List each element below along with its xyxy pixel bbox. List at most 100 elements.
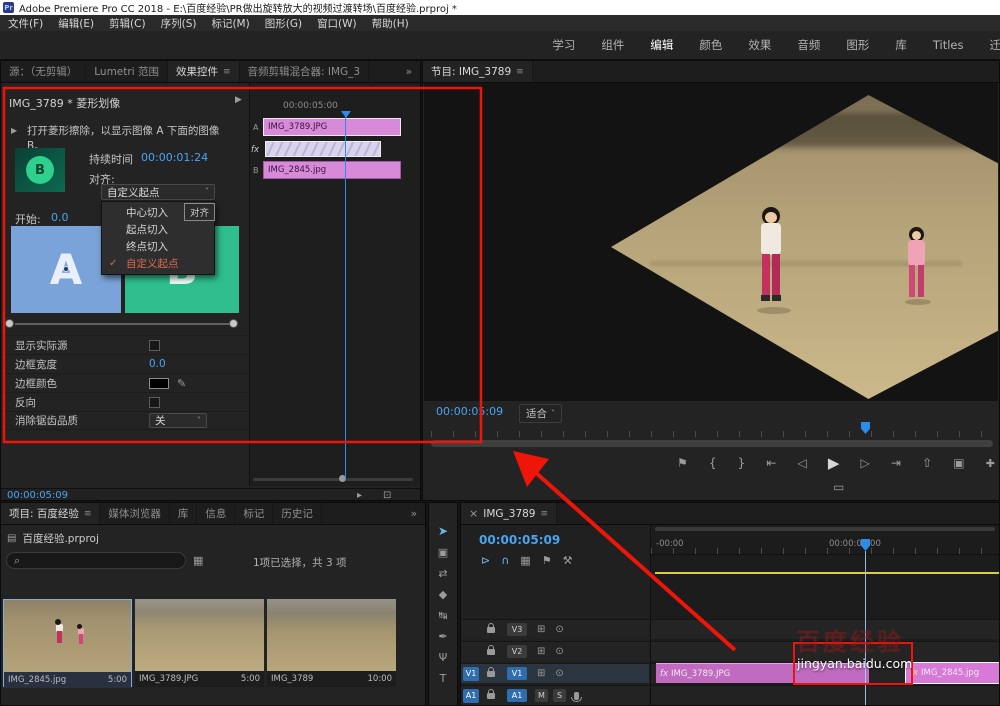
fx-playhead-line[interactable]	[345, 116, 346, 480]
project-item-1[interactable]: IMG_2845.jpg 5:00	[3, 599, 132, 687]
menu-item-custom-start[interactable]: ✓自定义起点	[102, 255, 214, 272]
workspace-audio[interactable]: 音频	[784, 37, 833, 53]
slip-tool[interactable]: ↹	[438, 610, 447, 621]
mark-out-icon[interactable]: }	[738, 457, 746, 469]
type-tool[interactable]: T	[440, 673, 447, 684]
track-v3-badge[interactable]: V3	[507, 623, 527, 636]
workspace-color[interactable]: 颜色	[686, 37, 735, 53]
timeline-top-scrollbar[interactable]	[655, 527, 995, 531]
lane-scrollbar[interactable]	[253, 478, 413, 481]
tab-history[interactable]: 历史记	[273, 503, 322, 524]
track-a1-lane[interactable]	[651, 685, 999, 705]
sync-lock-icon[interactable]: ⊞	[537, 669, 545, 679]
lock-icon[interactable]	[487, 627, 495, 633]
tab-project[interactable]: 项目: 百度经验≡	[1, 503, 100, 524]
workspace-titles[interactable]: Titles	[920, 38, 977, 52]
go-to-out-icon[interactable]: ⇥	[891, 457, 901, 469]
slider-start-handle[interactable]	[5, 319, 14, 328]
close-icon[interactable]: ×	[469, 508, 478, 519]
tab-effect-controls[interactable]: 效果控件≡	[168, 61, 240, 82]
source-patch-a1[interactable]: A1	[463, 689, 479, 703]
panel-menu-icon[interactable]: ≡	[84, 509, 92, 519]
ripple-edit-tool[interactable]: ⇄	[438, 568, 447, 579]
workspace-libraries[interactable]: 库	[882, 37, 920, 53]
timeline-timecode[interactable]: 00:00:05:09	[479, 533, 560, 547]
play-button[interactable]: ▶	[828, 456, 840, 471]
menu-markers[interactable]: 标记(M)	[211, 16, 249, 31]
lane-transition-bar[interactable]	[265, 141, 381, 157]
lock-icon[interactable]	[487, 693, 495, 699]
tab-audio-mixer[interactable]: 音频剪辑混合器: IMG_3	[240, 61, 370, 82]
workspace-learning[interactable]: 学习	[539, 37, 588, 53]
panel-menu-icon[interactable]: ≡	[540, 509, 548, 519]
slider-end-handle[interactable]	[229, 319, 238, 328]
zoom-level-select[interactable]: 适合 ˅	[519, 404, 562, 423]
fx-playhead-marker[interactable]	[341, 111, 351, 118]
project-file-row[interactable]: ▤ 百度经验.prproj	[7, 531, 99, 546]
tab-media-browser[interactable]: 媒体浏览器	[100, 503, 170, 524]
transition-twirl-icon[interactable]: ▶	[11, 127, 17, 135]
tab-lumetri-scopes[interactable]: Lumetri 范围	[86, 61, 168, 82]
timeline-ruler[interactable]: -00:00 00:00:05:00	[651, 537, 999, 555]
workspace-clipped[interactable]: 迁	[977, 37, 1000, 53]
lock-icon[interactable]	[487, 649, 495, 655]
track-output-eye-icon[interactable]: ⊙	[555, 625, 563, 635]
program-ruler[interactable]	[431, 423, 993, 437]
mark-in-icon[interactable]: {	[709, 457, 717, 469]
program-scrollbar[interactable]	[431, 440, 993, 447]
mute-button[interactable]: M	[535, 689, 548, 702]
track-v1-badge[interactable]: V1	[507, 667, 527, 680]
list-view-icon[interactable]: ▦	[193, 555, 203, 566]
tab-overflow[interactable]: »	[403, 503, 425, 524]
show-actual-sources-checkbox[interactable]	[149, 340, 160, 351]
menu-edit[interactable]: 编辑(E)	[58, 16, 94, 31]
track-output-eye-icon[interactable]: ⊙	[555, 647, 563, 657]
source-patch-v1[interactable]: V1	[463, 667, 479, 681]
menu-sequence[interactable]: 序列(S)	[161, 16, 197, 31]
voiceover-mic-icon[interactable]	[574, 692, 579, 700]
fx-timecode[interactable]: 00:00:05:09	[7, 490, 68, 500]
menu-item-end-cut[interactable]: 终点切入	[102, 238, 214, 255]
track-a1-badge[interactable]: A1	[507, 689, 527, 702]
program-timecode[interactable]: 00:00:05:09	[436, 405, 503, 418]
alignment-dropdown[interactable]: 自定义起点 ˅	[101, 184, 215, 200]
lift-icon[interactable]: ⇧	[922, 457, 932, 469]
go-to-in-icon[interactable]: ⇤	[766, 457, 776, 469]
progress-slider-track[interactable]	[15, 323, 231, 325]
lock-icon[interactable]	[487, 671, 495, 677]
export-frame-icon[interactable]: ▣	[953, 457, 964, 469]
insert-mode-icon[interactable]: ⊳	[481, 555, 490, 566]
project-item-3[interactable]: IMG_3789 10:00	[267, 599, 396, 687]
tab-timeline[interactable]: × IMG_3789 ≡	[461, 503, 557, 524]
menu-clip[interactable]: 剪辑(C)	[109, 16, 146, 31]
lane-clip-top[interactable]: IMG_3789.JPG	[263, 118, 401, 136]
menu-help[interactable]: 帮助(H)	[372, 16, 409, 31]
lane-clip-bottom[interactable]: IMG_2845.jpg	[263, 161, 401, 179]
border-width-value[interactable]: 0.0	[149, 358, 166, 370]
sync-lock-icon[interactable]: ⊞	[537, 625, 545, 635]
menu-item-start-cut[interactable]: 起点切入	[102, 221, 214, 238]
selection-tool[interactable]: ➤	[438, 525, 448, 537]
sync-lock-icon[interactable]: ⊞	[537, 647, 545, 657]
duration-value[interactable]: 00:00:01:24	[141, 151, 208, 164]
marker-icon[interactable]: ⚑	[542, 555, 552, 566]
play-transition-icon[interactable]: ▶	[235, 96, 242, 105]
menu-graphics[interactable]: 图形(G)	[265, 16, 302, 31]
step-back-icon[interactable]: ◁	[798, 457, 807, 469]
menu-file[interactable]: 文件(F)	[8, 16, 43, 31]
tab-overflow[interactable]: »	[398, 61, 420, 82]
track-output-eye-icon[interactable]: ⊙	[555, 669, 563, 679]
tab-markers[interactable]: 标记	[235, 503, 273, 524]
track-v2-badge[interactable]: V2	[507, 645, 527, 658]
solo-button[interactable]: S	[553, 689, 566, 702]
hand-tool[interactable]: Ψ	[439, 652, 448, 663]
tab-info[interactable]: 信息	[197, 503, 235, 524]
timeline-clip-2[interactable]: fx IMG_2845.jpg	[906, 663, 999, 683]
timeline-settings-icon[interactable]: ⚒	[563, 555, 573, 566]
zoom-fit-icon[interactable]: ⊡	[383, 491, 391, 500]
workspace-assembly[interactable]: 组件	[588, 37, 637, 53]
workspace-graphics[interactable]: 图形	[833, 37, 882, 53]
reverse-checkbox[interactable]	[149, 397, 160, 408]
eyedropper-icon[interactable]: ✎	[177, 378, 186, 389]
menu-window[interactable]: 窗口(W)	[317, 16, 357, 31]
